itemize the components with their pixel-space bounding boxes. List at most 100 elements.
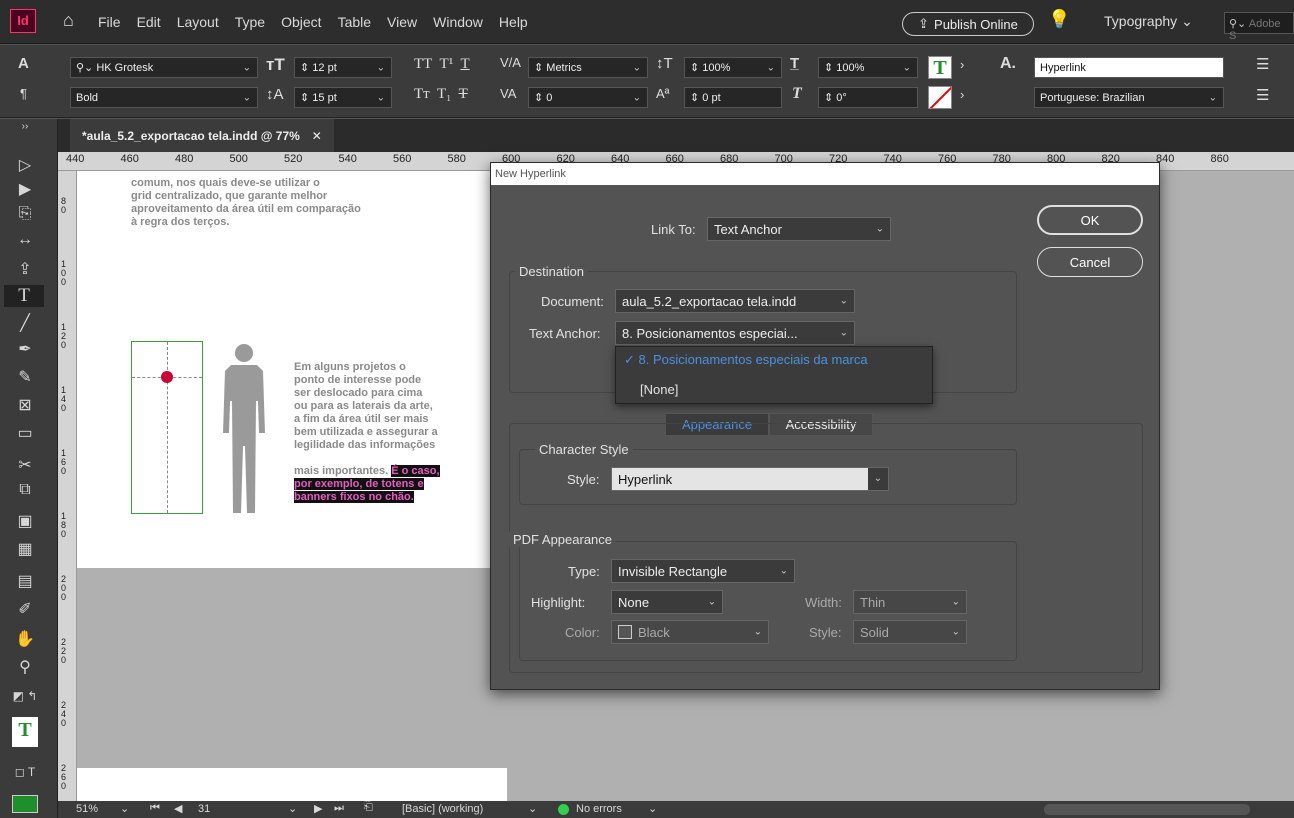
- document-dropdown[interactable]: aula_5.2_exportacao tela.indd ⌄: [615, 289, 855, 313]
- anchor-option-selected[interactable]: ✓ 8. Posicionamentos especiais da marca: [624, 352, 868, 368]
- pencil-tool-icon[interactable]: ✎: [0, 367, 50, 387]
- skew-field[interactable]: ⇕ 0°: [818, 87, 918, 108]
- view-mode-icon[interactable]: [12, 795, 38, 813]
- menu-item-table[interactable]: Table: [338, 14, 371, 30]
- align-justify-icon[interactable]: ☰: [1256, 86, 1269, 104]
- chevron-right-icon[interactable]: ›: [960, 57, 964, 72]
- all-caps-icon[interactable]: TT T¹ T: [414, 56, 470, 73]
- stepper-icon[interactable]: ⇕: [824, 91, 836, 104]
- pen-tool-icon[interactable]: ✒: [0, 339, 50, 359]
- tracking-field[interactable]: ⇕ 0 ⌄: [528, 87, 648, 108]
- note-tool-icon[interactable]: ▤: [0, 571, 50, 591]
- ok-button[interactable]: OK: [1037, 205, 1143, 235]
- selected-hyperlink-text[interactable]: por exemplo, de totens e: [294, 478, 424, 490]
- horizontal-scrollbar[interactable]: [1044, 804, 1250, 815]
- fill-stroke-widget[interactable]: T: [12, 717, 38, 747]
- zoom-dropdown-chevron-icon[interactable]: ⌄: [120, 802, 129, 815]
- collapse-panel-icon[interactable]: ››: [0, 121, 50, 132]
- publish-online-button[interactable]: ⇪ Publish Online: [902, 12, 1034, 36]
- content-collector-icon[interactable]: ⇪: [0, 259, 50, 279]
- menu-item-layout[interactable]: Layout: [177, 14, 219, 30]
- home-icon[interactable]: ⌂: [63, 10, 74, 31]
- stroke-style-dropdown[interactable]: Solid ⌄: [853, 620, 967, 644]
- page-dropdown-chevron-icon[interactable]: ⌄: [288, 802, 297, 815]
- swap-fill-stroke-icon[interactable]: ◩ ↰: [0, 689, 50, 703]
- menu-item-type[interactable]: Type: [235, 14, 265, 30]
- horizontal-scale-field[interactable]: ⇕ 100% ⌄: [818, 57, 918, 78]
- align-left-icon[interactable]: ☰: [1256, 55, 1269, 73]
- color-dropdown[interactable]: Black ⌄: [611, 620, 769, 644]
- stepper-icon[interactable]: ⇕: [300, 91, 312, 104]
- character-formatting-icon[interactable]: A: [18, 55, 29, 72]
- rectangle-frame-tool-icon[interactable]: ⊠: [0, 395, 50, 415]
- anchor-option-none[interactable]: [None]: [640, 382, 678, 397]
- page-number-field[interactable]: 31: [198, 803, 210, 815]
- vertical-scale-field[interactable]: ⇕ 100% ⌄: [684, 57, 782, 78]
- character-style-dropdown[interactable]: Hyperlink ⌄: [611, 467, 889, 491]
- language-field[interactable]: Portuguese: Brazilian ⌄: [1034, 87, 1224, 108]
- stepper-icon[interactable]: ⇕: [534, 61, 546, 74]
- character-style-field[interactable]: Hyperlink: [1034, 57, 1224, 78]
- paragraph-formatting-icon[interactable]: ¶: [20, 86, 27, 101]
- gradient-feather-tool-icon[interactable]: ▦: [0, 539, 50, 559]
- direct-selection-tool-icon[interactable]: ▶: [0, 179, 50, 199]
- stepper-icon[interactable]: ⇕: [300, 61, 312, 74]
- gradient-swatch-tool-icon[interactable]: ▣: [0, 511, 50, 531]
- selection-tool-icon[interactable]: ▷: [0, 155, 50, 175]
- menu-item-object[interactable]: Object: [281, 14, 321, 30]
- menu-item-edit[interactable]: Edit: [137, 14, 161, 30]
- close-icon[interactable]: ✕: [312, 129, 322, 143]
- rectangle-tool-icon[interactable]: ▭: [0, 423, 50, 443]
- free-transform-tool-icon[interactable]: ⧉: [0, 481, 50, 499]
- preflight-status[interactable]: No errors: [576, 803, 622, 815]
- page-tool-icon[interactable]: ⎘: [0, 205, 50, 223]
- type-tool-icon[interactable]: T: [4, 285, 44, 307]
- menu-item-file[interactable]: File: [98, 14, 121, 30]
- formatting-affects-text-icon[interactable]: ◻ T: [0, 765, 50, 779]
- stepper-icon[interactable]: ⇕: [690, 61, 702, 74]
- eyedropper-tool-icon[interactable]: ✐: [0, 599, 50, 619]
- gap-tool-icon[interactable]: ↔: [0, 231, 50, 249]
- font-style-field[interactable]: Bold ⌄: [70, 87, 258, 108]
- preflight-chevron-icon[interactable]: ⌄: [648, 802, 657, 815]
- hand-tool-icon[interactable]: ✋: [0, 629, 50, 649]
- cancel-button[interactable]: Cancel: [1037, 247, 1143, 277]
- leading-field[interactable]: ⇕ 15 pt ⌄: [294, 87, 392, 108]
- open-page-icon[interactable]: ⎗: [364, 801, 373, 814]
- first-page-icon[interactable]: ⏮: [150, 802, 160, 815]
- preflight-profile[interactable]: [Basic] (working): [402, 803, 483, 815]
- document-tab[interactable]: *aula_5.2_exportacao tela.indd @ 77% ✕: [70, 119, 334, 152]
- font-family-field[interactable]: ⚲⌄ HK Grotesk ⌄: [70, 57, 258, 78]
- menu-item-view[interactable]: View: [387, 14, 417, 30]
- font-size-field[interactable]: ⇕ 12 pt ⌄: [294, 57, 392, 78]
- baseline-shift-field[interactable]: ⇕ 0 pt: [684, 87, 782, 108]
- width-dropdown[interactable]: Thin ⌄: [853, 590, 967, 614]
- menu-item-help[interactable]: Help: [499, 14, 528, 30]
- stepper-icon[interactable]: ⇕: [690, 91, 702, 104]
- lightbulb-icon[interactable]: 💡: [1048, 9, 1070, 30]
- workspace-switcher[interactable]: Typography ⌄: [1104, 13, 1193, 30]
- next-page-icon[interactable]: ▶: [314, 802, 322, 815]
- chevron-right-icon[interactable]: ›: [960, 87, 964, 102]
- fill-color-swatch[interactable]: T: [928, 56, 952, 79]
- small-caps-icon[interactable]: Tᴛ T₁ T: [414, 86, 468, 103]
- zoom-tool-icon[interactable]: ⚲: [0, 657, 50, 677]
- stepper-icon[interactable]: ⇕: [534, 91, 546, 104]
- selected-hyperlink-text[interactable]: É o caso,: [391, 465, 440, 477]
- line-tool-icon[interactable]: ╱: [0, 313, 50, 333]
- search-field[interactable]: ⚲⌄ Adobe S: [1224, 12, 1294, 42]
- selected-hyperlink-text[interactable]: banners fixos no chão.: [294, 491, 414, 503]
- previous-page-icon[interactable]: ◀: [174, 802, 182, 815]
- scissors-tool-icon[interactable]: ✂: [0, 455, 50, 475]
- stroke-color-swatch[interactable]: [928, 86, 952, 109]
- last-page-icon[interactable]: ⏭: [334, 802, 344, 815]
- highlight-dropdown[interactable]: None ⌄: [611, 590, 723, 614]
- kerning-field[interactable]: ⇕ Metrics ⌄: [528, 57, 648, 78]
- text-anchor-dropdown[interactable]: 8. Posicionamentos especiai... ⌄: [615, 321, 855, 345]
- link-to-dropdown[interactable]: Text Anchor ⌄: [707, 217, 891, 241]
- profile-chevron-icon[interactable]: ⌄: [528, 802, 537, 815]
- zoom-level[interactable]: 51%: [76, 803, 98, 815]
- menu-item-window[interactable]: Window: [433, 14, 483, 30]
- type-dropdown[interactable]: Invisible Rectangle ⌄: [611, 559, 795, 583]
- stepper-icon[interactable]: ⇕: [824, 61, 836, 74]
